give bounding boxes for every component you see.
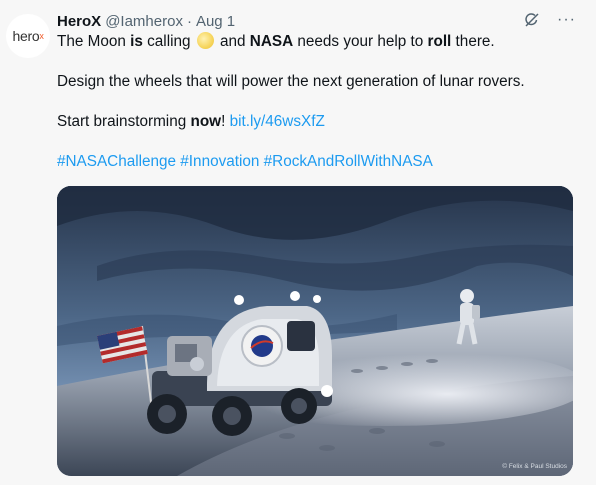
tweet-line-2: Design the wheels that will power the ne… [57,73,525,90]
avatar-logo-text: hero [12,28,40,44]
more-icon[interactable]: ··· [557,12,576,28]
author-name[interactable]: HeroX [57,13,101,30]
avatar-logo-mark: x [39,31,44,41]
tweet-line-1: The Moon is calling and NASA needs your … [57,32,495,50]
tweet-header: HeroX @Iamherox · Aug 1 ··· [57,11,576,31]
hashtags[interactable]: #NASAChallenge #Innovation #RockAndRollW… [57,152,578,172]
tweet-line-3: Start brainstorming now! bit.ly/46wsXfZ [57,113,325,130]
grok-icon[interactable] [523,11,541,29]
header-actions: ··· [523,11,576,29]
avatar[interactable]: hero x [6,14,50,58]
photo-credit: © Felix & Paul Studios [502,463,567,470]
tweet-media[interactable]: © Felix & Paul Studios [57,186,573,476]
author-handle[interactable]: @Iamherox [105,13,183,30]
separator-dot: · [186,12,192,30]
full-moon-emoji-icon [196,32,214,49]
short-link[interactable]: bit.ly/46wsXfZ [230,113,325,130]
tweet-date[interactable]: Aug 1 [196,13,235,30]
tweet-text: The Moon is calling and NASA needs your … [57,32,578,172]
lunar-rover-photo [57,186,573,476]
